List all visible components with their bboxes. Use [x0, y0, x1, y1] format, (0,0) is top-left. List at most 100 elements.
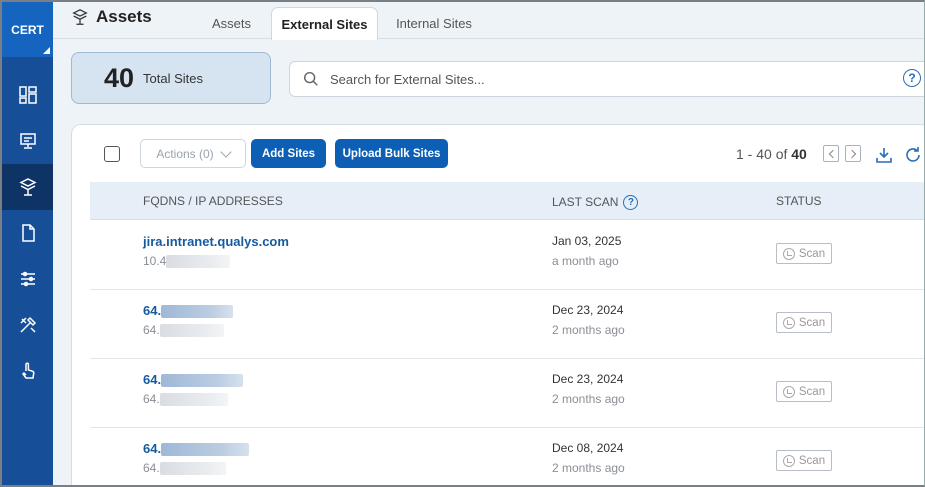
search-bar [289, 61, 925, 97]
total-sites-label: Total Sites [143, 70, 204, 86]
scan-icon [782, 316, 795, 329]
redacted-ip [166, 255, 231, 269]
last-scan-date: Jan 03, 2025 [552, 234, 622, 248]
previous-page-button[interactable] [823, 145, 839, 162]
site-fqdn-text: jira.intranet.qualys.com [143, 234, 289, 249]
select-all-checkbox[interactable] [104, 146, 120, 162]
site-fqdn-link[interactable]: 64. [143, 441, 250, 457]
site-fqdn-link[interactable]: 64. [143, 372, 244, 388]
sidebar: CERT [2, 2, 53, 485]
search-icon [303, 71, 318, 86]
search-help-icon[interactable]: ? [903, 69, 921, 87]
site-ip: 64. [143, 323, 224, 338]
column-header-last-scan[interactable]: LAST SCAN ? [552, 183, 639, 221]
scan-icon [782, 385, 795, 398]
scan-status-button[interactable]: Scan [776, 243, 832, 264]
site-ip-text: 10.4 [143, 254, 167, 268]
column-status-label: STATUS [776, 194, 822, 208]
document-icon [21, 224, 35, 242]
actions-dropdown[interactable]: Actions (0) [140, 139, 246, 168]
tab-internal-sites-label: Internal Sites [396, 15, 472, 31]
redacted-fqdn [161, 443, 250, 457]
sidebar-item-tools[interactable] [2, 302, 53, 348]
redacted-ip [159, 324, 224, 338]
pagination-range: 1 - 40 of [736, 146, 788, 162]
sliders-icon [20, 271, 35, 287]
refresh-button[interactable] [903, 145, 923, 165]
pagination-total: 40 [791, 146, 807, 162]
site-ip: 10.4 [143, 254, 231, 269]
tools-icon [19, 316, 36, 333]
redacted-ip [159, 462, 226, 476]
site-ip-text: 64. [143, 392, 160, 406]
tab-external-sites[interactable]: External Sites [271, 7, 378, 40]
tab-external-sites-label: External Sites [281, 16, 368, 32]
last-scan-date: Dec 23, 2024 [552, 372, 624, 386]
sidebar-item-monitor[interactable] [2, 118, 53, 164]
tab-internal-sites[interactable]: Internal Sites [386, 7, 482, 39]
last-scan-relative: 2 months ago [552, 323, 625, 337]
site-fqdn-text: 64. [143, 372, 162, 387]
monitor-icon [19, 133, 36, 149]
sidebar-item-interact[interactable] [2, 348, 53, 394]
pagination-info: 1 - 40 of 40 [736, 146, 807, 162]
redacted-fqdn [161, 305, 234, 319]
column-header-status[interactable]: STATUS [776, 182, 822, 220]
scan-status-label: Scan [798, 385, 826, 398]
page-title: Assets [71, 7, 152, 27]
last-scan-date: Dec 08, 2024 [552, 441, 624, 455]
upload-bulk-sites-button[interactable]: Upload Bulk Sites [335, 139, 448, 168]
site-fqdn-text: 64. [143, 303, 162, 318]
table-row[interactable]: 64. 64. Dec 23, 2024 2 months ago Scan [90, 359, 924, 428]
site-ip-text: 64. [143, 323, 160, 337]
add-sites-button[interactable]: Add Sites [251, 139, 326, 168]
scan-icon [782, 454, 795, 467]
site-ip-text: 64. [143, 461, 160, 475]
assets-title-icon [72, 9, 88, 25]
total-sites-count: 40 [104, 62, 135, 93]
total-sites-card: 40 Total Sites [71, 52, 271, 104]
sidebar-item-dashboard[interactable] [2, 72, 53, 118]
sidebar-item-assets[interactable] [2, 164, 53, 210]
scan-status-button[interactable]: Scan [776, 312, 832, 333]
actions-label: Actions (0) [156, 146, 214, 161]
site-fqdn-text: 64. [143, 441, 162, 456]
chevron-down-icon [220, 145, 232, 158]
search-input[interactable] [330, 71, 890, 87]
last-scan-relative: 2 months ago [552, 461, 625, 475]
column-fqdn-label: FQDNS / IP ADDRESSES [143, 194, 283, 208]
dashboard-icon [18, 86, 37, 104]
brand-corner-marker [43, 47, 50, 54]
table-row[interactable]: jira.intranet.qualys.com 10.4 Jan 03, 20… [90, 221, 924, 290]
next-page-button[interactable] [845, 145, 861, 162]
sidebar-item-settings[interactable] [2, 256, 53, 302]
site-fqdn-link[interactable]: 64. [143, 303, 234, 319]
last-scan-date: Dec 23, 2024 [552, 303, 624, 317]
page-title-text: Assets [96, 7, 152, 26]
scan-status-label: Scan [798, 454, 826, 467]
assets-icon [18, 178, 37, 196]
download-icon [876, 148, 892, 163]
scan-status-button[interactable]: Scan [776, 381, 832, 402]
tab-assets-label: Assets [211, 15, 251, 31]
site-ip: 64. [143, 461, 226, 476]
brand-logo[interactable]: CERT [2, 2, 53, 57]
site-fqdn-link[interactable]: jira.intranet.qualys.com [143, 234, 289, 249]
site-ip: 64. [143, 392, 228, 407]
download-button[interactable] [874, 145, 894, 165]
help-icon[interactable]: ? [623, 194, 639, 210]
redacted-fqdn [161, 374, 244, 388]
hand-pointer-icon [21, 362, 34, 379]
tab-assets[interactable]: Assets [198, 7, 265, 39]
table-row[interactable]: 64. 64. Dec 23, 2024 2 months ago Scan [90, 290, 924, 359]
scan-status-button[interactable]: Scan [776, 450, 832, 471]
scan-status-label: Scan [798, 316, 826, 329]
refresh-icon [906, 147, 920, 162]
table-row[interactable]: 64. 64. Dec 08, 2024 2 months ago Scan [90, 428, 924, 487]
redacted-ip [159, 393, 228, 407]
scan-status-label: Scan [798, 247, 826, 260]
page-header: Assets Assets External Sites Internal Si… [53, 2, 924, 40]
column-header-fqdn[interactable]: FQDNS / IP ADDRESSES [143, 182, 283, 220]
sidebar-item-documents[interactable] [2, 210, 53, 256]
last-scan-relative: 2 months ago [552, 392, 625, 406]
